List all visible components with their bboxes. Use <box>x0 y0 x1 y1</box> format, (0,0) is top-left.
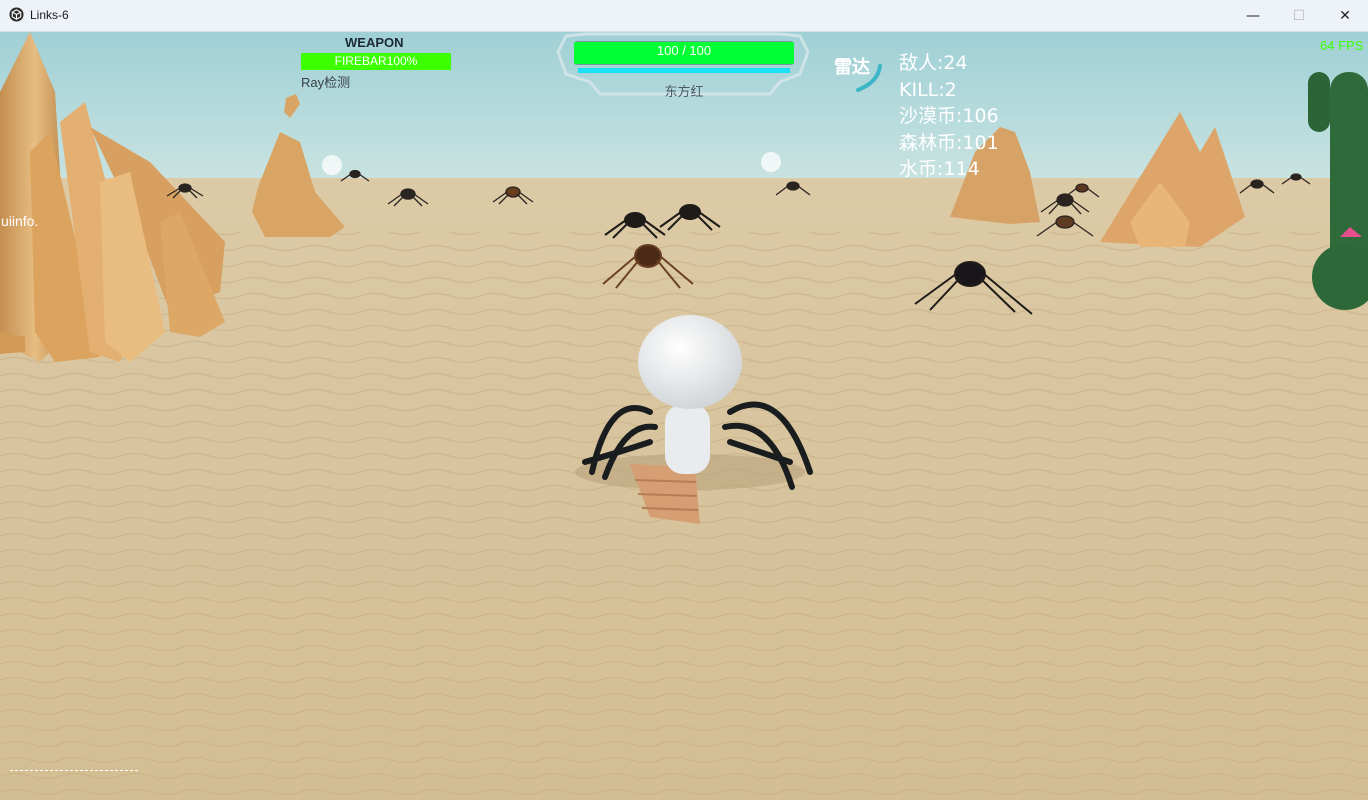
forest-coin-count: 森林币:101 <box>899 131 999 154</box>
fps-counter: 64 FPS <box>1320 38 1364 53</box>
game-scene <box>0 32 1368 800</box>
maximize-button[interactable]: ☐ <box>1276 0 1322 31</box>
health-text: 100 / 100 <box>656 43 712 58</box>
window-titlebar[interactable]: Links-6 — ☐ ✕ <box>0 0 1368 32</box>
enemy-count: 敌人:24 <box>899 52 968 74</box>
debug-dashes <box>10 770 138 771</box>
stats-panel: 敌人:24 KILL:2 沙漠币:106 森林币:101 水币:114 <box>899 50 999 183</box>
close-button[interactable]: ✕ <box>1322 0 1368 31</box>
weapon-firebar: FIREBAR100% <box>301 53 451 70</box>
game-viewport[interactable]: WEAPON FIREBAR100% Ray检测 100 / 100 东方红 雷… <box>0 32 1368 800</box>
radar-label: 雷达 <box>834 57 870 78</box>
minimize-button[interactable]: — <box>1230 0 1276 31</box>
character-name: 东方红 <box>664 85 704 100</box>
uiinfo-label: uiinfo. <box>1 213 39 229</box>
shield-bar-fill <box>578 68 790 73</box>
desert-coin-count: 沙漠币:106 <box>899 105 999 127</box>
window-title: Links-6 <box>30 8 69 22</box>
water-coin-count: 水币:114 <box>899 158 980 180</box>
weapon-label: WEAPON <box>345 35 404 50</box>
kill-count: KILL:2 <box>899 78 957 101</box>
ray-detect-label: Ray检测 <box>301 75 351 90</box>
unity-cube-icon <box>9 7 24 22</box>
